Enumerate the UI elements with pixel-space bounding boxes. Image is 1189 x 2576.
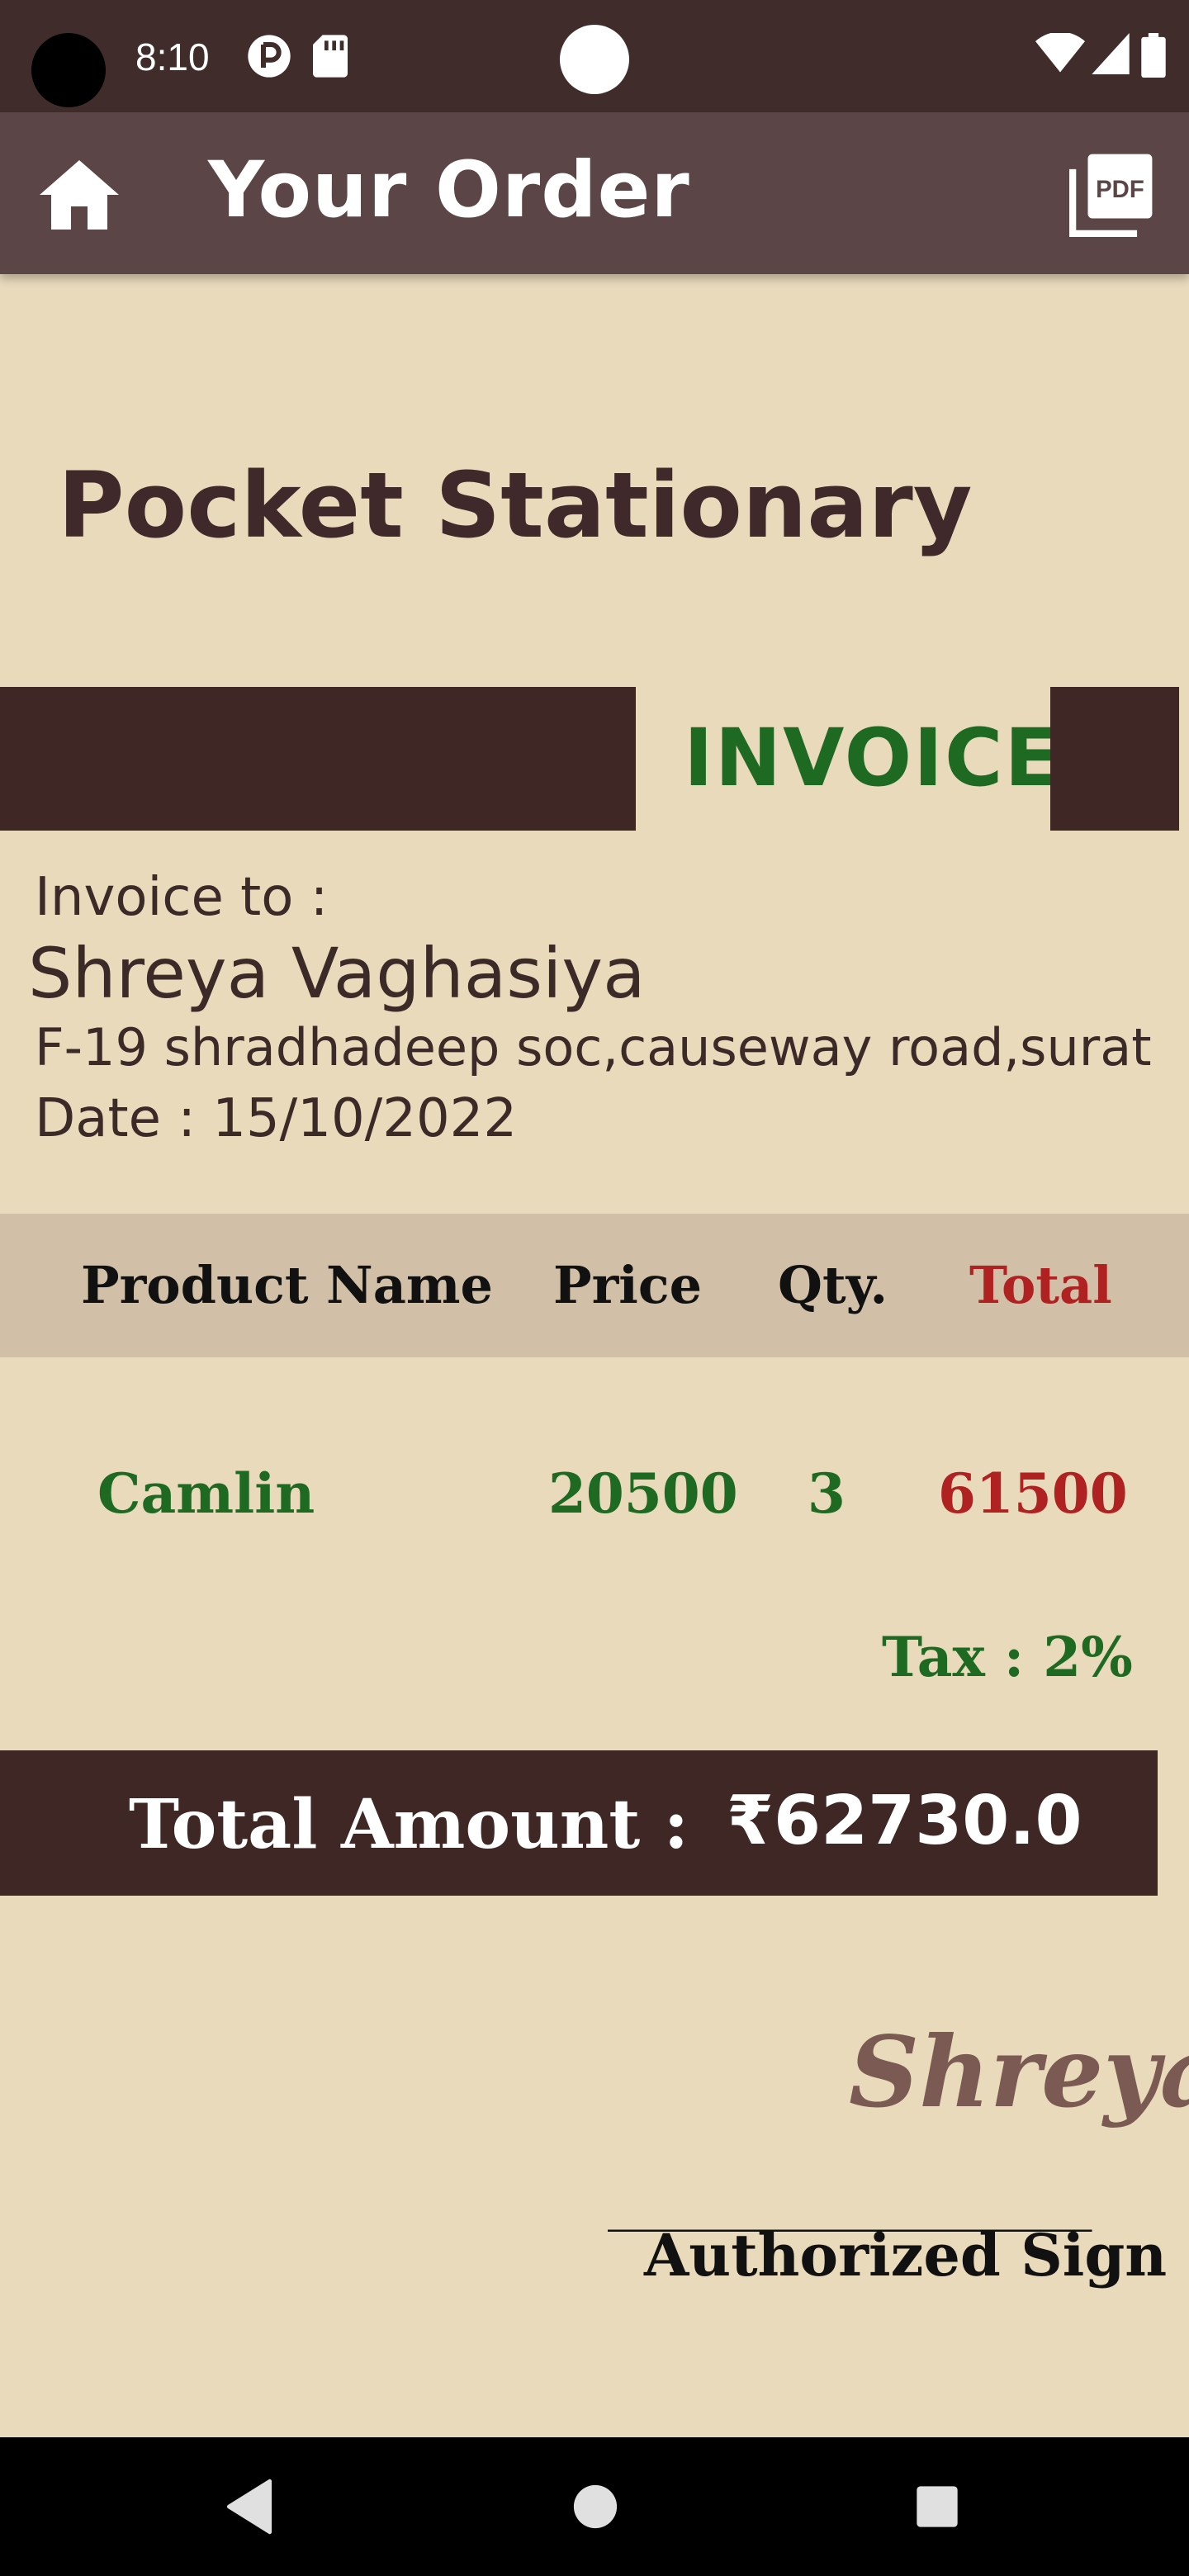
- row-qty: 3: [808, 1461, 846, 1526]
- header-total: Total: [969, 1255, 1112, 1315]
- status-center-dot: [560, 25, 629, 94]
- battery-icon: [1141, 33, 1166, 78]
- invoice-band-right: [1050, 687, 1179, 831]
- pdf-icon[interactable]: PDF: [1065, 150, 1156, 241]
- app-bar: Your Order PDF: [0, 112, 1189, 274]
- navigation-bar: [0, 2437, 1189, 2576]
- status-time: 8:10: [135, 36, 210, 78]
- wifi-icon: [1035, 33, 1085, 73]
- invoice-to-label: Invoice to :: [35, 867, 329, 928]
- home-icon[interactable]: [40, 160, 119, 230]
- row-price: 20500: [548, 1461, 738, 1526]
- recents-square-icon[interactable]: [913, 2479, 961, 2535]
- row-total: 61500: [938, 1461, 1128, 1526]
- total-amount-value: ₹62730.0: [727, 1782, 1082, 1860]
- sd-card-icon: [313, 35, 348, 78]
- pdf-label: PDF: [1096, 176, 1144, 203]
- cell-signal-icon: [1092, 33, 1130, 74]
- total-amount-bar: Total Amount : ₹62730.0: [0, 1750, 1158, 1896]
- camera-cutout: [31, 33, 106, 107]
- app-notification-icon: [248, 35, 291, 78]
- signature: Shreya: [849, 2015, 1189, 2129]
- back-triangle-icon[interactable]: [223, 2479, 276, 2535]
- header-price: Price: [553, 1255, 703, 1315]
- customer-address: F-19 shradhadeep soc,causeway road,surat: [35, 1017, 1152, 1077]
- page-title: Your Order: [208, 145, 690, 235]
- customer-name: Shreya Vaghasiya: [28, 933, 646, 1014]
- total-amount-label: Total Amount :: [129, 1785, 689, 1864]
- row-product-name: Camlin: [97, 1461, 315, 1526]
- header-product-name: Product Name: [81, 1255, 493, 1315]
- authorized-sign-label: Authorized Sign: [644, 2221, 1168, 2290]
- home-circle-icon[interactable]: [571, 2479, 619, 2535]
- table-header: Product Name Price Qty. Total: [0, 1214, 1189, 1357]
- status-bar: 8:10: [0, 0, 1189, 112]
- invoice-band-left: [0, 687, 636, 831]
- store-name: Pocket Stationary: [58, 452, 973, 558]
- header-qty: Qty.: [778, 1255, 888, 1315]
- tax-label: Tax : 2%: [882, 1625, 1133, 1689]
- invoice-date: Date : 15/10/2022: [35, 1088, 518, 1149]
- invoice-heading: INVOICE: [684, 712, 1061, 804]
